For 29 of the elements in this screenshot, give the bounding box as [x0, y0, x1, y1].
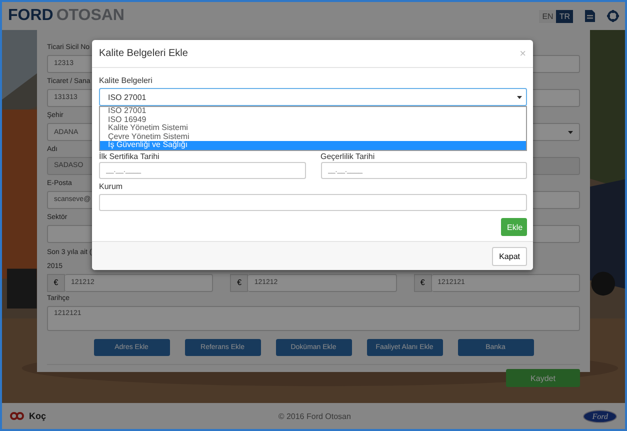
add-button[interactable]: Ekle [501, 218, 527, 236]
logo-text: OTOSAN [56, 7, 124, 25]
document-icon [585, 10, 595, 22]
dropdown-option[interactable]: ISO 16949 [100, 116, 526, 124]
field-label: Kalite Belgeleri [99, 76, 152, 85]
input-field[interactable] [99, 194, 527, 211]
copyright-text: © 2016 Ford Otosan [278, 412, 351, 420]
close-button[interactable]: Kapat [492, 246, 527, 266]
currency-addon: € [414, 274, 432, 292]
field-label: Geçerlilik Tarihi [320, 152, 375, 161]
target-icon [607, 10, 619, 22]
logo-text: FORD [8, 7, 54, 25]
language-toggle[interactable]: TR [556, 10, 573, 22]
caret-icon [517, 96, 522, 98]
currency-addon: € [230, 274, 248, 292]
brand-badge: Ford [583, 410, 617, 422]
field-label: İlk Sertifika Tarihi [99, 152, 160, 161]
modal-title: Kalite Belgeleri Ekle [99, 48, 188, 59]
dropdown-field[interactable]: ISO 27001 [99, 88, 527, 106]
dropdown-option[interactable]: Çevre Yönetim Sistemi [100, 132, 526, 141]
currency-addon: € [47, 274, 65, 292]
dropdown-option[interactable]: Kalite Yönetim Sistemi [100, 124, 526, 132]
field-label: Kurum [99, 182, 123, 191]
dropdown-option[interactable]: İş Güvenliği ve Sağlığı [100, 141, 526, 150]
dropdown-option[interactable]: ISO 27001 [100, 107, 526, 116]
caret-icon [568, 130, 573, 134]
language-toggle[interactable]: EN [539, 10, 556, 22]
brand-name: Koç [29, 411, 46, 421]
save-button[interactable]: Kaydet [506, 369, 580, 387]
